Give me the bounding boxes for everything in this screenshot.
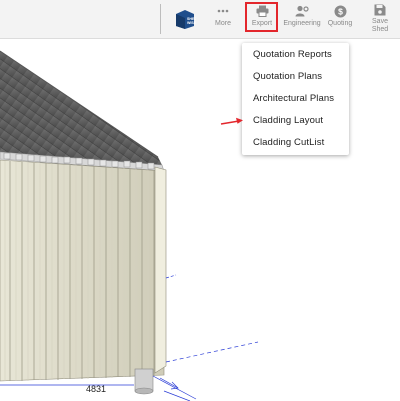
quoting-label: Quoting: [327, 20, 353, 27]
menu-item-quotation-reports[interactable]: Quotation Reports: [253, 49, 332, 60]
printer-icon: [255, 4, 269, 18]
menu-item-cladding-layout[interactable]: Cladding Layout: [253, 115, 323, 126]
toolbar-divider: [160, 4, 161, 34]
svg-text:$: $: [338, 6, 343, 16]
menu-item-architectural-plans[interactable]: Architectural Plans: [253, 93, 334, 104]
engineering-label: Engineering: [283, 20, 321, 27]
export-dropdown-menu: Quotation Reports Quotation Plans Archit…: [242, 43, 349, 155]
shed-designer-app: SHED WISE More Export Engineering $ Quot…: [0, 0, 400, 401]
menu-item-quotation-plans[interactable]: Quotation Plans: [253, 71, 322, 82]
more-button[interactable]: More: [208, 4, 238, 34]
dollar-icon: $: [333, 4, 347, 18]
quoting-button[interactable]: $ Quoting: [324, 4, 356, 34]
export-label: Export: [251, 20, 273, 27]
shed-wall-cladding: [0, 159, 167, 382]
shed-post: [134, 368, 154, 395]
shed-roof: [0, 50, 165, 172]
save-shed-button[interactable]: Save Shed: [364, 4, 396, 34]
engineering-button[interactable]: Engineering: [283, 4, 321, 34]
dimension-label: 4831: [86, 384, 107, 394]
menu-item-cladding-cutlist[interactable]: Cladding CutList: [253, 137, 324, 148]
svg-text:WISE: WISE: [187, 21, 196, 25]
engineering-icon: [295, 4, 309, 18]
export-button[interactable]: Export: [246, 4, 278, 34]
shedwise-logo-icon: SHED WISE: [176, 10, 196, 29]
save-shed-label: Save Shed: [371, 18, 389, 33]
top-toolbar: SHED WISE More Export Engineering $ Quot…: [0, 0, 400, 39]
pointer-arrow-icon: [220, 117, 243, 125]
more-icon: [216, 4, 230, 18]
save-icon: [373, 4, 387, 16]
more-label: More: [215, 20, 231, 27]
